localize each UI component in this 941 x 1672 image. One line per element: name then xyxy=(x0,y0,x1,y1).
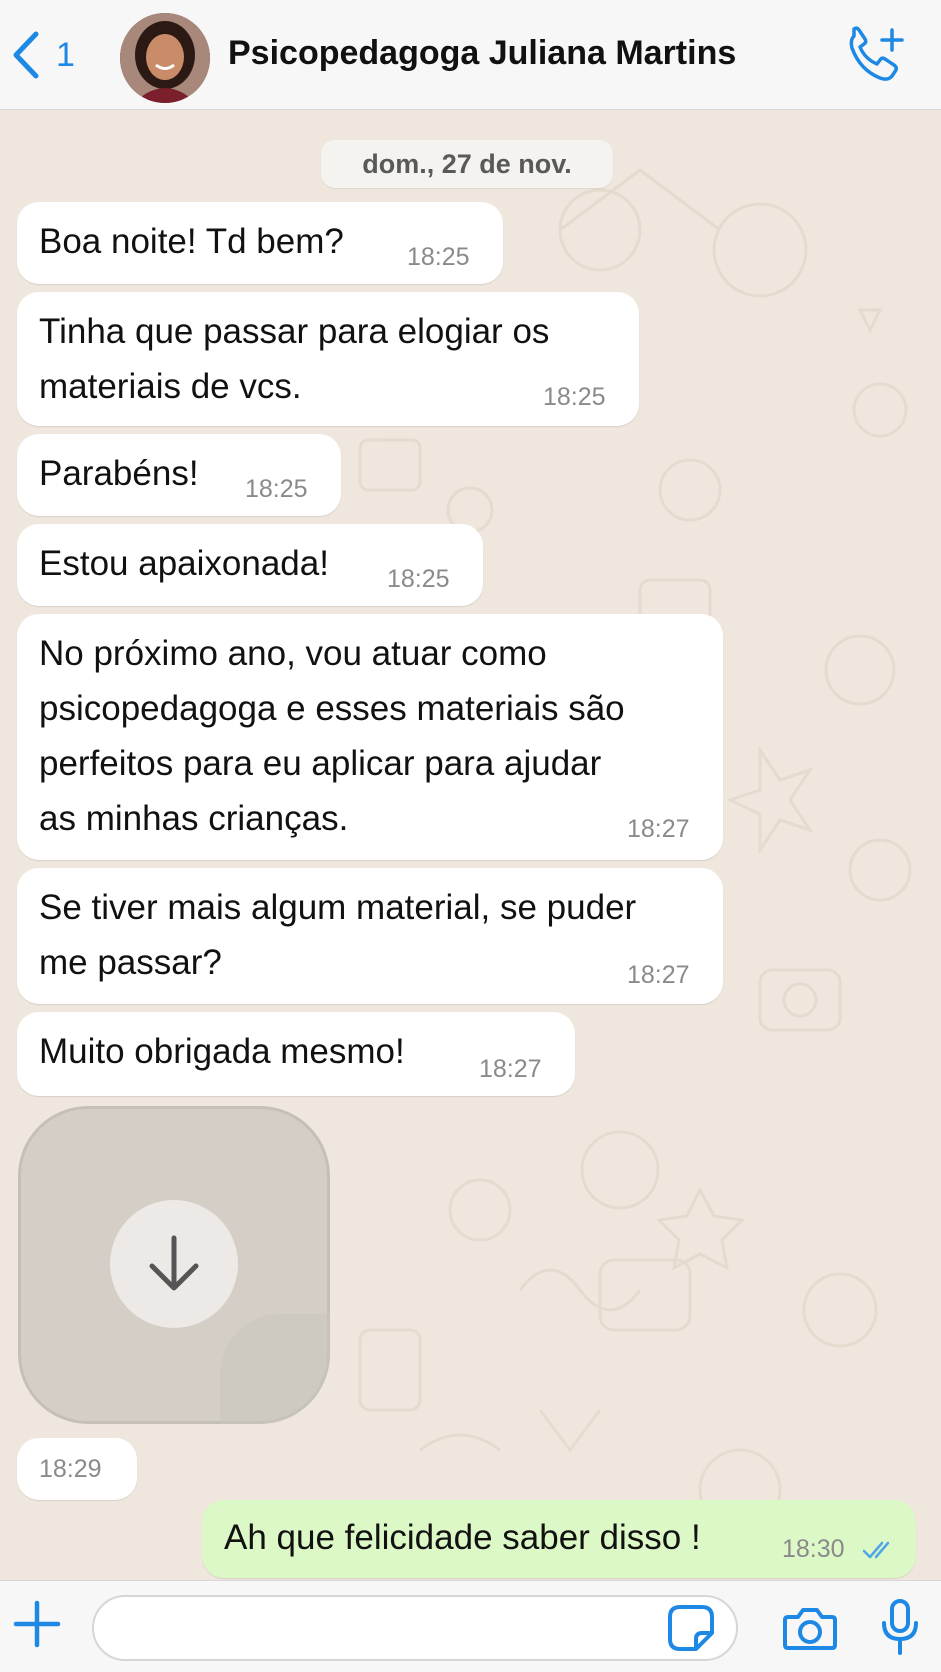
avatar[interactable] xyxy=(120,13,210,103)
message-text: Parabéns! xyxy=(39,454,199,493)
message-time: 18:30 xyxy=(782,1535,845,1563)
message-time: 18:25 xyxy=(387,565,450,593)
date-separator: dom., 27 de nov. xyxy=(321,140,613,188)
contact-name[interactable]: Psicopedagoga Juliana Martins xyxy=(228,34,736,73)
composer-bar xyxy=(0,1580,941,1672)
message-bubble-incoming[interactable]: Estou apaixonada! 18:25 xyxy=(17,524,483,606)
message-bubble-outgoing[interactable]: Ah que felicidade saber disso ! 18:30 xyxy=(202,1500,916,1578)
camera-button[interactable] xyxy=(782,1603,838,1653)
unread-count[interactable]: 1 xyxy=(56,36,75,75)
message-time: 18:27 xyxy=(479,1055,542,1083)
sticker-button[interactable] xyxy=(666,1603,716,1653)
message-line: No próximo ano, vou atuar como xyxy=(39,634,547,673)
message-line: perfeitos para eu aplicar para ajudar xyxy=(39,744,602,783)
camera-icon xyxy=(783,1608,837,1650)
sticker-time-bubble: 18:29 xyxy=(17,1438,137,1500)
chevron-left-icon xyxy=(13,31,39,79)
message-time: 18:29 xyxy=(39,1455,102,1483)
message-text: Boa noite! Td bem? xyxy=(39,222,344,261)
message-bubble-incoming[interactable]: Tinha que passar para elogiar os materia… xyxy=(17,292,639,426)
sticker-icon xyxy=(668,1605,714,1651)
contact-photo xyxy=(120,13,210,103)
message-time: 18:27 xyxy=(627,815,690,843)
microphone-icon xyxy=(882,1599,918,1655)
message-text: No próximo ano, vou atuar como psicopeda… xyxy=(39,626,625,846)
message-time: 18:25 xyxy=(245,475,308,503)
message-time: 18:25 xyxy=(543,383,606,411)
message-input[interactable] xyxy=(92,1595,738,1661)
message-text: Ah que felicidade saber disso ! xyxy=(224,1518,701,1557)
message-line: materiais de vcs. xyxy=(39,367,302,406)
message-line: psicopedagoga e esses materiais são xyxy=(39,689,625,728)
download-sticker-button[interactable] xyxy=(110,1200,238,1328)
message-text: Se tiver mais algum material, se puder m… xyxy=(39,880,636,990)
message-line: Se tiver mais algum material, se puder xyxy=(39,888,637,927)
message-text: Estou apaixonada! xyxy=(39,544,329,583)
add-call-button[interactable] xyxy=(846,26,906,86)
message-line: Tinha que passar para elogiar os xyxy=(39,312,550,351)
message-text: Tinha que passar para elogiar os materia… xyxy=(39,304,549,414)
message-time: 18:27 xyxy=(627,961,690,989)
message-time: 18:25 xyxy=(407,243,470,271)
message-bubble-incoming[interactable]: No próximo ano, vou atuar como psicopeda… xyxy=(17,614,723,860)
message-bubble-incoming[interactable]: Parabéns! 18:25 xyxy=(17,434,341,516)
message-line: as minhas crianças. xyxy=(39,799,349,838)
download-arrow-icon xyxy=(149,1235,199,1291)
double-check-icon xyxy=(862,1541,890,1559)
plus-icon xyxy=(13,1600,61,1648)
attach-button[interactable] xyxy=(12,1599,62,1649)
message-bubble-incoming[interactable]: Muito obrigada mesmo! 18:27 xyxy=(17,1012,575,1096)
microphone-button[interactable] xyxy=(880,1597,920,1657)
add-call-icon xyxy=(849,26,904,81)
back-button[interactable] xyxy=(8,30,42,80)
message-bubble-incoming[interactable]: Boa noite! Td bem? 18:25 xyxy=(17,202,503,284)
message-text: Muito obrigada mesmo! xyxy=(39,1032,405,1071)
message-bubble-incoming[interactable]: Se tiver mais algum material, se puder m… xyxy=(17,868,723,1004)
chat-header: 1 Psicopedagoga Juliana Martins xyxy=(0,0,941,110)
message-line: me passar? xyxy=(39,943,222,982)
